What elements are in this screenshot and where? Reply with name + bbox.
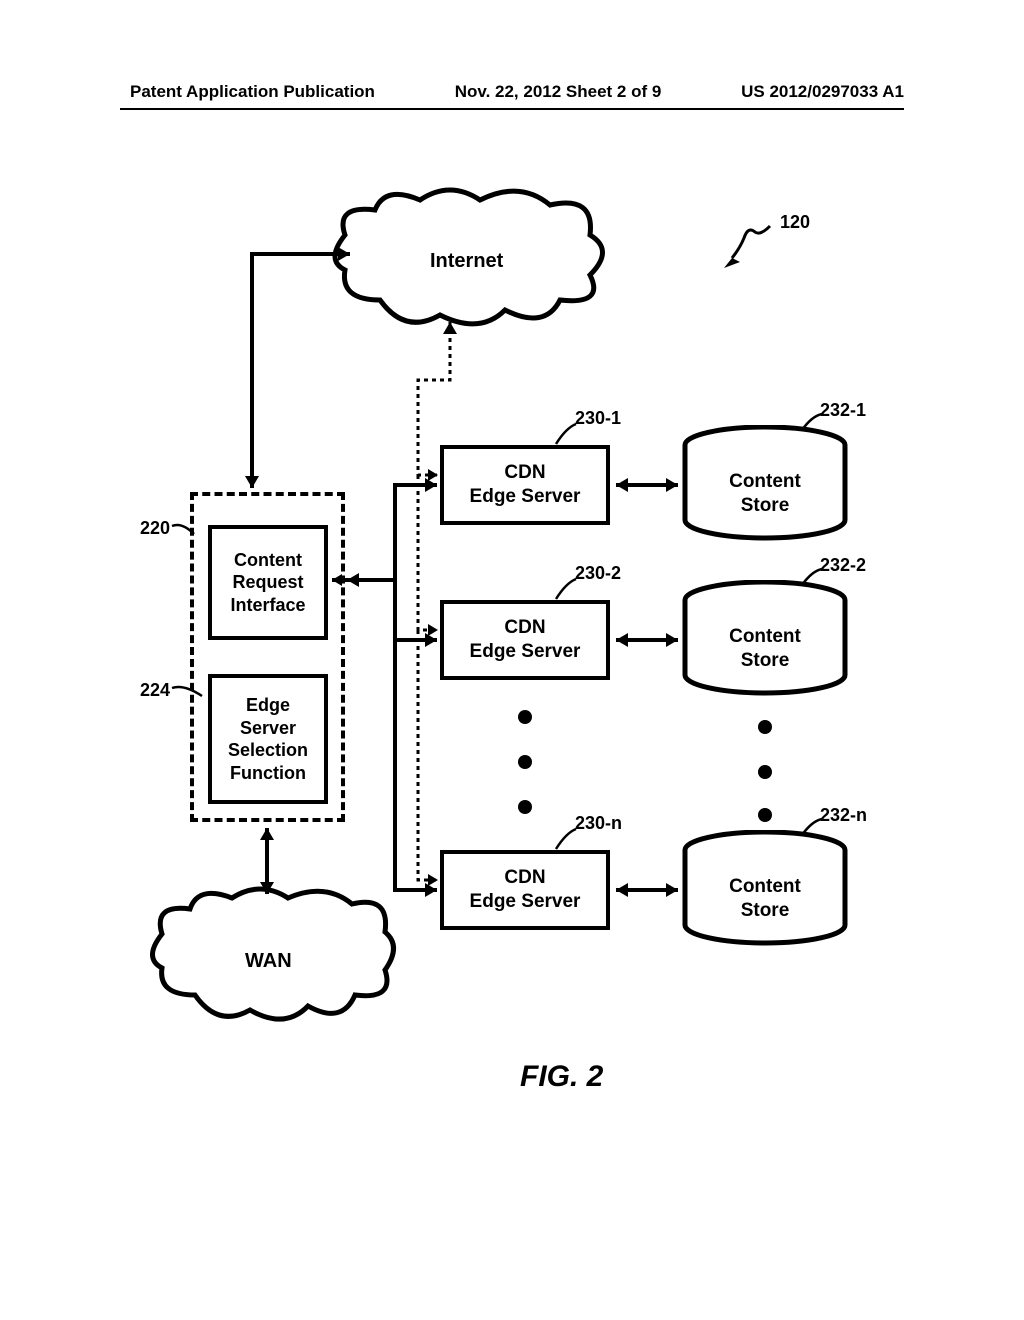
ellipsis-dot — [758, 720, 772, 734]
ref-230-1-leader — [550, 420, 580, 446]
internet-cloud-label: Internet — [430, 250, 503, 273]
header-left: Patent Application Publication — [130, 82, 375, 102]
ref-224-leader — [170, 682, 206, 702]
edge-server-selection-function: Edge Server Selection Function — [208, 674, 328, 804]
ref-220-leader — [170, 520, 200, 540]
ref-230-2: 230-2 — [575, 563, 621, 584]
ref-230-1: 230-1 — [575, 408, 621, 429]
ref-232-1: 232-1 — [820, 400, 866, 421]
ref-232-n: 232-n — [820, 805, 867, 826]
ref-220: 220 — [140, 518, 170, 539]
arrows-dotted-internet-to-edges — [410, 320, 470, 910]
header-rule — [120, 108, 904, 110]
arrow-group-to-wan — [255, 822, 279, 902]
ref-232-n-leader — [796, 815, 826, 837]
ref-232-1-leader — [796, 410, 826, 432]
ellipsis-dot — [758, 765, 772, 779]
content-store-2-label: Content Store — [720, 625, 810, 673]
ellipsis-dot — [518, 710, 532, 724]
arrow-es2-cs2 — [610, 628, 685, 652]
ref-232-2: 232-2 — [820, 555, 866, 576]
ellipsis-dot — [518, 755, 532, 769]
ref-224: 224 — [140, 680, 170, 701]
ellipsis-dot — [518, 800, 532, 814]
content-store-1-label: Content Store — [720, 470, 810, 518]
content-request-interface: Content Request Interface — [208, 525, 328, 640]
wan-cloud-label: WAN — [245, 950, 292, 973]
ref-120: 120 — [780, 212, 810, 233]
arrow-esn-csn — [610, 878, 685, 902]
ref-232-2-leader — [796, 565, 826, 587]
header-right: US 2012/0297033 A1 — [741, 82, 904, 102]
ref-230-n: 230-n — [575, 813, 622, 834]
ellipsis-dot — [758, 808, 772, 822]
content-store-n-label: Content Store — [720, 875, 810, 923]
ref-230-n-leader — [550, 825, 580, 851]
arrow-cri-bidir — [328, 568, 358, 592]
diagram-canvas: 120 Internet Content Request Interface E… — [120, 180, 910, 1160]
ref-120-arrow — [720, 218, 780, 278]
ref-230-2-leader — [550, 575, 580, 601]
page-header: Patent Application Publication Nov. 22, … — [0, 82, 1024, 102]
figure-caption: FIG. 2 — [520, 1060, 603, 1094]
arrow-es1-cs1 — [610, 473, 685, 497]
header-center: Nov. 22, 2012 Sheet 2 of 9 — [455, 82, 662, 102]
